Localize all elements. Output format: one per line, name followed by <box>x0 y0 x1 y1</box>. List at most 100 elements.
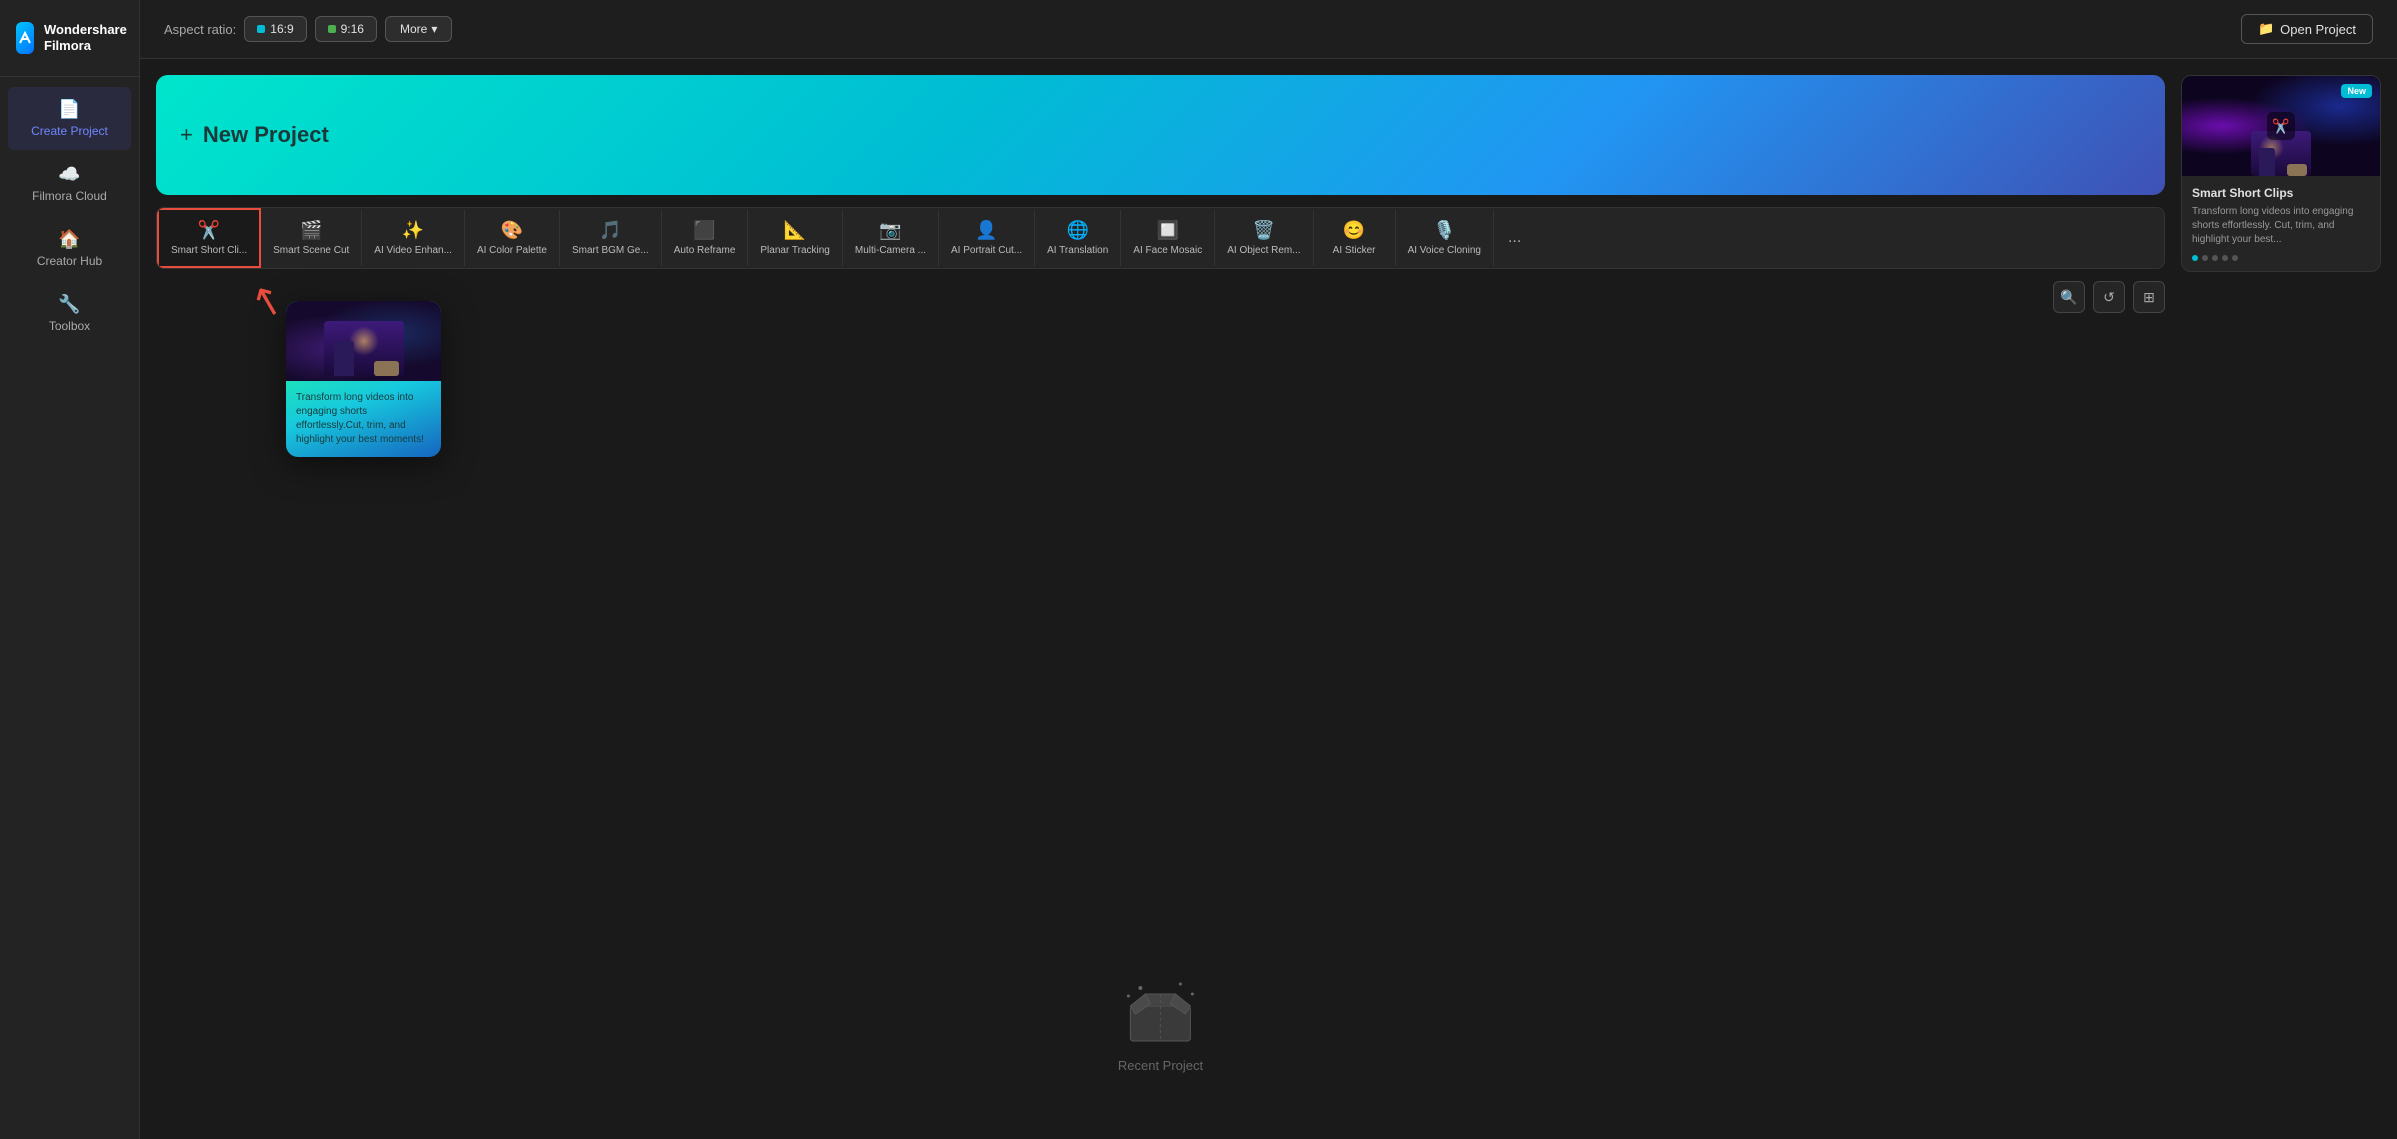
sidebar-item-creator-hub[interactable]: 🏠 Creator Hub <box>8 217 131 280</box>
card-title: Smart Short Clips <box>2192 186 2370 200</box>
feature-label: AI Sticker <box>1333 245 1376 256</box>
tooltip-arrow: ↖ <box>246 277 289 324</box>
sidebar-navigation: 📄 Create Project ☁️ Filmora Cloud 🏠 Crea… <box>0 77 139 1139</box>
feature-auto-reframe[interactable]: ⬛ Auto Reframe <box>662 210 749 266</box>
smart-short-clips-icon: ✂️ <box>198 220 220 241</box>
main-content: Aspect ratio: 16:9 9:16 More ▾ 📁 Open Pr… <box>140 0 2397 1139</box>
feature-label: AI Face Mosaic <box>1133 245 1202 256</box>
smart-scene-cut-icon: 🎬 <box>300 220 322 241</box>
feature-label: Smart BGM Ge... <box>572 245 649 256</box>
smart-bgm-gen-icon: 🎵 <box>599 220 621 241</box>
aspect-ratio-controls: Aspect ratio: 16:9 9:16 More ▾ <box>164 16 452 42</box>
sidebar-item-label: Create Project <box>31 124 108 138</box>
ai-voice-cloning-icon: 🎙️ <box>1433 220 1455 241</box>
sidebar-item-toolbox[interactable]: 🔧 Toolbox <box>8 282 131 345</box>
topbar: Aspect ratio: 16:9 9:16 More ▾ 📁 Open Pr… <box>140 0 2397 59</box>
feature-label: AI Voice Cloning <box>1408 245 1481 256</box>
tooltip-preview-image <box>286 301 441 381</box>
create-project-icon: 📄 <box>58 99 80 120</box>
toolbox-icon: 🔧 <box>58 294 80 315</box>
feature-smart-bgm-gen[interactable]: 🎵 Smart BGM Ge... <box>560 210 662 266</box>
feature-label: AI Video Enhan... <box>374 245 452 256</box>
new-project-banner[interactable]: + New Project <box>156 75 2165 195</box>
card-thumbnail: New ✂️ <box>2182 76 2380 176</box>
feature-ai-video-enhance[interactable]: ✨ AI Video Enhan... <box>362 210 465 266</box>
feature-smart-short-clips[interactable]: ✂️ Smart Short Cli... <box>157 208 261 268</box>
feature-label: Multi-Camera ... <box>855 245 926 256</box>
recent-project-label: Recent Project <box>1118 1058 1203 1073</box>
aspect-ratio-label: Aspect ratio: <box>164 22 236 37</box>
logo-icon <box>16 22 34 54</box>
sidebar-item-label: Toolbox <box>49 319 90 333</box>
feature-ai-color-palette[interactable]: 🎨 AI Color Palette <box>465 210 560 266</box>
recent-projects-area: Recent Project <box>1118 976 1203 1073</box>
search-button[interactable]: 🔍 <box>2053 281 2085 313</box>
features-more-button[interactable]: ... <box>1494 219 1535 257</box>
sidebar: Wondershare Filmora 📄 Create Project ☁️ … <box>0 0 140 1139</box>
card-feature-icon: ✂️ <box>2267 112 2295 140</box>
dot-2 <box>2202 255 2208 261</box>
open-project-button[interactable]: 📁 Open Project <box>2241 14 2373 44</box>
center-panel: + New Project ✂️ Smart Short Cli... 🎬 Sm… <box>156 75 2165 1123</box>
more-aspect-ratios-button[interactable]: More ▾ <box>385 16 452 42</box>
sidebar-item-label: Creator Hub <box>37 254 102 268</box>
feature-ai-object-remove[interactable]: 🗑️ AI Object Rem... <box>1215 210 1313 266</box>
feature-ai-translation[interactable]: 🌐 AI Translation <box>1035 210 1121 266</box>
feature-label: AI Color Palette <box>477 245 547 256</box>
ai-color-palette-icon: 🎨 <box>501 220 523 241</box>
feature-toolbar: ✂️ Smart Short Cli... 🎬 Smart Scene Cut … <box>156 207 2165 269</box>
search-icon: 🔍 <box>2060 289 2077 306</box>
content-area: + New Project ✂️ Smart Short Cli... 🎬 Sm… <box>140 59 2397 1139</box>
ai-object-remove-icon: 🗑️ <box>1253 220 1275 241</box>
workspace-area: ↖ Transform long videos into engaging sh… <box>156 281 2165 1123</box>
grid-view-button[interactable]: ⊞ <box>2133 281 2165 313</box>
creator-hub-icon: 🏠 <box>58 229 80 250</box>
dot-4 <box>2222 255 2228 261</box>
app-logo: Wondershare Filmora <box>0 0 139 77</box>
feature-label: AI Portrait Cut... <box>951 245 1022 256</box>
sidebar-item-label: Filmora Cloud <box>32 189 107 203</box>
feature-label: Smart Scene Cut <box>273 245 349 256</box>
file-area-actions: 🔍 ↺ ⊞ <box>2053 281 2165 313</box>
ai-face-mosaic-icon: 🔲 <box>1157 220 1179 241</box>
sidebar-item-filmora-cloud[interactable]: ☁️ Filmora Cloud <box>8 152 131 215</box>
refresh-button[interactable]: ↺ <box>2093 281 2125 313</box>
feature-ai-sticker[interactable]: 😊 AI Sticker <box>1314 210 1396 266</box>
aspect-ratio-16-9-button[interactable]: 16:9 <box>244 16 306 42</box>
feature-label: AI Object Rem... <box>1227 245 1300 256</box>
grid-icon: ⊞ <box>2143 289 2155 306</box>
feature-card-smart-short-clips[interactable]: New ✂️ Smart Short Clips Transform long … <box>2181 75 2381 272</box>
card-pagination-dots <box>2192 255 2370 261</box>
auto-reframe-icon: ⬛ <box>693 220 715 241</box>
feature-smart-scene-cut[interactable]: 🎬 Smart Scene Cut <box>261 210 362 266</box>
feature-ai-voice-cloning[interactable]: 🎙️ AI Voice Cloning <box>1396 210 1494 266</box>
hero-title: New Project <box>203 122 329 148</box>
empty-box-icon <box>1120 976 1200 1046</box>
feature-label: Smart Short Cli... <box>171 245 247 256</box>
feature-label: AI Translation <box>1047 245 1108 256</box>
feature-ai-face-mosaic[interactable]: 🔲 AI Face Mosaic <box>1121 210 1215 266</box>
feature-multi-camera[interactable]: 📷 Multi-Camera ... <box>843 210 939 266</box>
filmora-cloud-icon: ☁️ <box>58 164 80 185</box>
feature-label: Auto Reframe <box>674 245 736 256</box>
feature-planar-tracking[interactable]: 📐 Planar Tracking <box>748 210 842 266</box>
ai-portrait-cut-icon: 👤 <box>975 220 997 241</box>
app-name: Wondershare Filmora <box>44 22 127 53</box>
plus-icon: + <box>180 122 193 148</box>
right-panel: New ✂️ Smart Short Clips Transform long … <box>2181 75 2381 1123</box>
multi-camera-icon: 📷 <box>879 220 901 241</box>
sidebar-item-create-project[interactable]: 📄 Create Project <box>8 87 131 150</box>
refresh-icon: ↺ <box>2103 289 2115 306</box>
feature-ai-portrait-cut[interactable]: 👤 AI Portrait Cut... <box>939 210 1035 266</box>
dot-1 <box>2192 255 2198 261</box>
dot-5 <box>2232 255 2238 261</box>
feature-label: Planar Tracking <box>760 245 829 256</box>
planar-tracking-icon: 📐 <box>784 220 806 241</box>
chevron-down-icon: ▾ <box>431 22 437 36</box>
smart-short-clips-tooltip: Transform long videos into engaging shor… <box>286 301 441 457</box>
ai-video-enhance-icon: ✨ <box>402 220 424 241</box>
aspect-ratio-9-16-button[interactable]: 9:16 <box>315 16 377 42</box>
ai-translation-icon: 🌐 <box>1067 220 1089 241</box>
more-label: More <box>400 22 427 36</box>
tooltip-description: Transform long videos into engaging shor… <box>286 381 441 457</box>
